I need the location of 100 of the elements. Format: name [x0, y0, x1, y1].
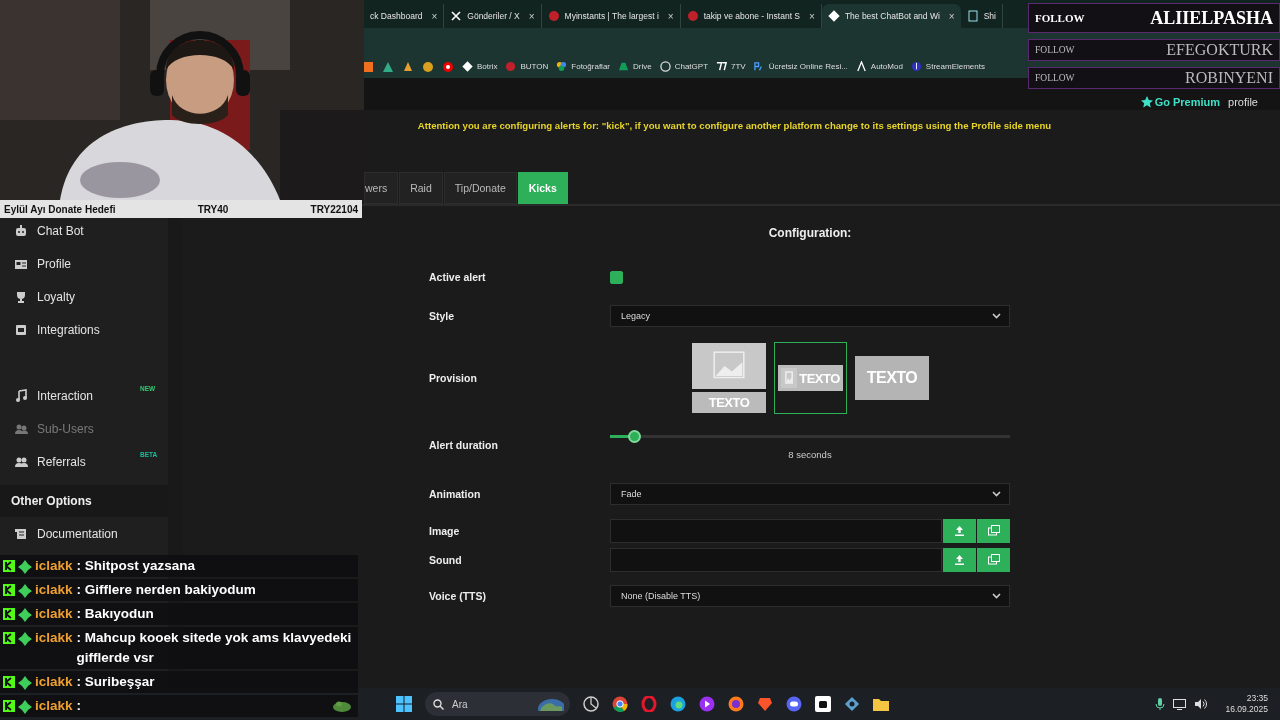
browser-tab[interactable]: Shi — [960, 4, 1003, 28]
select-field[interactable]: None (Disable TTS) — [610, 585, 1010, 607]
browser-tab[interactable]: Gönderiler / X × — [444, 4, 542, 28]
tab-favicon-icon — [547, 10, 560, 22]
chat-username: iclakk — [35, 557, 73, 575]
goal-current: TRY40 — [197, 203, 229, 215]
k-badge-icon — [3, 676, 15, 688]
bookmark[interactable]: StreamElements — [910, 61, 985, 72]
section-heading: Other Options — [11, 494, 92, 508]
follow-label: FOLLOW — [1035, 12, 1085, 24]
k-badge-icon — [3, 632, 15, 644]
speaker-icon[interactable] — [1194, 698, 1208, 710]
favicon-icon — [505, 61, 517, 72]
caret-icon — [992, 491, 1001, 497]
favicon-icon — [753, 61, 765, 72]
chat-username: iclakk — [35, 673, 73, 691]
monitor-icon[interactable] — [1173, 698, 1187, 710]
clock-date[interactable]: 16.09.2025 — [1225, 704, 1268, 715]
bookmark[interactable]: Ücretsiz Online Resi... — [753, 61, 848, 72]
field-label: Provision — [429, 371, 478, 386]
field-label: Image — [429, 523, 461, 539]
tab-favicon-icon — [966, 10, 979, 22]
close-icon[interactable]: × — [809, 10, 815, 22]
globe-icon — [536, 697, 564, 711]
tab-favicon-icon — [686, 10, 699, 22]
bookmark-icon[interactable] — [442, 60, 454, 73]
bookmark[interactable]: 7TV — [716, 61, 746, 72]
chat-username: iclakk — [35, 605, 73, 623]
follower-name: EFEGOKTURK — [1166, 41, 1273, 59]
slider-thumb[interactable] — [628, 430, 641, 443]
bookmark[interactable]: Drive — [618, 61, 652, 72]
clock-time[interactable]: 23:35 — [1246, 693, 1268, 704]
upload-button[interactable] — [943, 547, 976, 572]
file-input[interactable] — [610, 518, 942, 543]
alert-type-tab[interactable]: Tip/Donate — [443, 172, 517, 204]
image-icon — [781, 368, 798, 388]
placeholder-text: TEXTO — [708, 395, 750, 410]
active-checkbox[interactable] — [610, 270, 623, 284]
select-field[interactable]: Legacy — [610, 305, 1010, 327]
bookmark-icon[interactable] — [422, 60, 434, 73]
profile-link[interactable]: profile — [1228, 96, 1258, 108]
caret-icon — [992, 593, 1001, 599]
k-badge-icon — [3, 608, 15, 620]
alert-type-tab[interactable]: wers — [364, 172, 399, 204]
caret-icon — [992, 313, 1001, 319]
file-input[interactable] — [610, 547, 942, 572]
follow-label: FOLLOW — [1035, 45, 1075, 55]
favicon-icon — [910, 61, 922, 72]
sidebar-item[interactable]: Chat Bot — [0, 214, 168, 247]
square-icon — [14, 322, 28, 337]
chat-text: : Gifflere nerden bakiyodum — [76, 581, 257, 599]
diamond-icon — [18, 608, 32, 622]
gallery-button[interactable] — [977, 518, 1010, 543]
browser-tab[interactable]: The best ChatBot and Wi × — [821, 4, 961, 28]
k-badge-icon — [3, 560, 15, 572]
bookmark-icon[interactable] — [402, 60, 414, 73]
diamond-icon — [18, 676, 32, 690]
close-icon[interactable]: × — [528, 10, 535, 22]
bookmark[interactable]: BUTON — [505, 61, 549, 72]
bookmark[interactable]: Botrix — [462, 61, 498, 72]
alert-type-tab[interactable]: Raid — [399, 172, 443, 204]
alert-notice: Attention you are configuring alerts for: "kick", if you want to configure another platform change to its settings using the Profile side menu — [416, 120, 1053, 131]
sidebar-item[interactable]: Integrations — [0, 313, 168, 346]
play-icon[interactable] — [699, 696, 715, 712]
folder-icon[interactable] — [873, 696, 889, 712]
browser-tab[interactable]: takip ve abone - Instant S × — [680, 4, 822, 28]
sidebar-item[interactable]: Loyalty — [0, 280, 168, 313]
diamond-icon — [18, 560, 32, 574]
chat-text: : Mahcup kooek sitede yok ams klavyedeki gifflerde vsr — [76, 629, 353, 667]
microphone-icon[interactable] — [1155, 698, 1166, 710]
ring-icon[interactable] — [641, 696, 657, 712]
diamond-icon — [18, 700, 32, 714]
premium-button[interactable]: Go Premium — [1140, 96, 1221, 108]
taskbar-search[interactable]: Ara — [425, 692, 570, 716]
placeholder-text: TEXTO — [799, 370, 840, 386]
chat-text: : Suribeşşar — [76, 673, 156, 691]
field-label: Active alert — [429, 270, 487, 285]
gallery-button[interactable] — [977, 547, 1010, 572]
tab-favicon-icon — [827, 10, 840, 22]
bookmark[interactable]: Fotoğraflar — [556, 61, 610, 72]
sidebar-item[interactable]: Documentation — [0, 517, 168, 550]
close-icon[interactable]: × — [948, 10, 955, 22]
select-field[interactable]: Fade — [610, 483, 1010, 505]
chat-username: iclakk — [35, 697, 73, 715]
close-icon[interactable]: × — [431, 10, 438, 22]
frog-emote-icon — [332, 700, 352, 712]
bookmark[interactable]: AutoMod — [855, 61, 903, 72]
diamond-icon — [18, 632, 32, 646]
favicon-icon — [556, 61, 568, 72]
windows-logo-icon[interactable] — [396, 696, 412, 712]
field-label: Animation — [429, 487, 482, 502]
browser-icon[interactable] — [612, 696, 628, 712]
browser-tab[interactable]: Myinstants | The largest i × — [541, 4, 681, 28]
bookmark[interactable]: ChatGPT — [659, 61, 708, 72]
close-icon[interactable]: × — [667, 10, 674, 22]
sidebar-item[interactable]: Profile — [0, 247, 168, 280]
favicon-icon — [855, 61, 867, 72]
star-icon — [1140, 96, 1153, 108]
chat-username: iclakk — [35, 581, 73, 599]
upload-button[interactable] — [943, 518, 976, 543]
